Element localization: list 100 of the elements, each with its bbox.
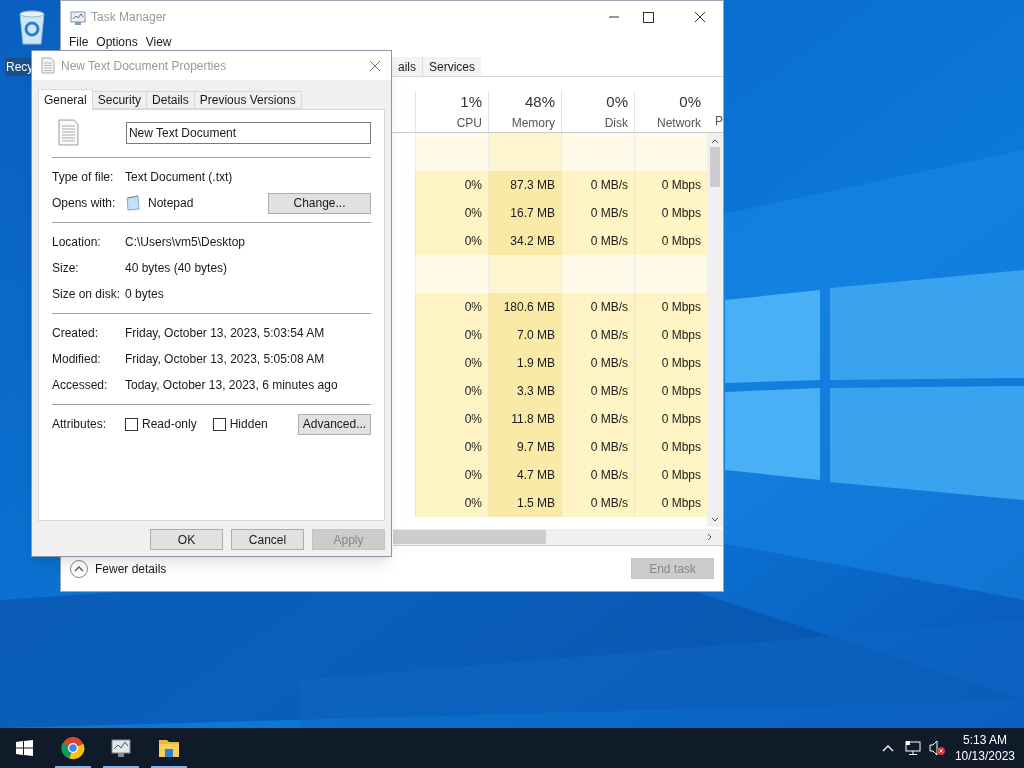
text-file-icon bbox=[57, 118, 80, 147]
field-label: Size: bbox=[52, 260, 80, 277]
task-manager-icon bbox=[69, 8, 87, 26]
column-header[interactable]: CPU bbox=[456, 113, 482, 132]
table-cell: 0 Mbps bbox=[634, 293, 707, 321]
field-value: Today, October 13, 2023, 6 minutes ago bbox=[125, 377, 338, 394]
table-cell: 0 MB/s bbox=[561, 321, 634, 349]
fewer-details-link[interactable]: Fewer details bbox=[69, 558, 167, 579]
table-cell: 0 MB/s bbox=[561, 433, 634, 461]
change-button[interactable]: Change... bbox=[268, 192, 371, 214]
table-cell: 0% bbox=[415, 377, 488, 405]
tab[interactable]: Services bbox=[422, 57, 482, 76]
chevron-up-icon[interactable] bbox=[881, 743, 894, 753]
dialog-button[interactable]: Cancel bbox=[231, 529, 304, 550]
table-cell: 0% bbox=[415, 171, 488, 199]
table-cell: 0 Mbps bbox=[634, 489, 707, 517]
scroll-down-icon[interactable] bbox=[710, 516, 720, 524]
field-label: Created: bbox=[52, 325, 100, 342]
scroll-thumb[interactable] bbox=[393, 530, 546, 544]
table-cell: 34.2 MB bbox=[488, 227, 561, 255]
table-cell: 0 Mbps bbox=[634, 349, 707, 377]
checkbox[interactable]: Read-only bbox=[125, 415, 197, 433]
field-label: Type of file: bbox=[52, 169, 115, 186]
table-cell: 0% bbox=[415, 405, 488, 433]
table-cell: 4.7 MB bbox=[488, 461, 561, 489]
table-cell: 0 MB/s bbox=[561, 227, 634, 255]
tab[interactable]: Details bbox=[147, 91, 195, 109]
column-header[interactable]: P bbox=[707, 112, 723, 130]
table-cell: 1.5 MB bbox=[488, 489, 561, 517]
field-value: Friday, October 13, 2023, 5:05:08 AM bbox=[125, 351, 325, 368]
menu-item[interactable]: File bbox=[67, 33, 91, 51]
notepad-icon bbox=[125, 195, 141, 211]
field-value: Text Document (.txt) bbox=[125, 169, 233, 186]
vertical-scrollbar[interactable] bbox=[707, 133, 723, 527]
field-value: 40 bytes (40 bytes) bbox=[125, 260, 228, 277]
tab[interactable]: General bbox=[38, 89, 93, 110]
table-cell: 0% bbox=[415, 433, 488, 461]
dialog-button[interactable]: OK bbox=[150, 529, 223, 550]
table-cell: 0 Mbps bbox=[634, 199, 707, 227]
column-percent: 1% bbox=[460, 92, 482, 113]
table-cell: 0% bbox=[415, 349, 488, 377]
column-header[interactable]: Network bbox=[657, 113, 701, 132]
table-cell: 7.0 MB bbox=[488, 321, 561, 349]
tab[interactable]: Security bbox=[92, 91, 148, 109]
field-value: Notepad bbox=[148, 195, 194, 212]
table-cell: 0 Mbps bbox=[634, 405, 707, 433]
clock-time: 5:13 AM bbox=[962, 732, 1007, 748]
column-header[interactable]: Disk bbox=[604, 113, 628, 132]
table-cell: 0 Mbps bbox=[634, 171, 707, 199]
table-cell: 0% bbox=[415, 321, 488, 349]
table-cell: 0 MB/s bbox=[561, 293, 634, 321]
menu-item[interactable]: Options bbox=[94, 33, 140, 51]
browser-icon bbox=[61, 736, 85, 760]
tab[interactable]: ails bbox=[391, 57, 422, 76]
table-cell: 0 Mbps bbox=[634, 321, 707, 349]
table-cell: 0 MB/s bbox=[561, 489, 634, 517]
network-icon[interactable] bbox=[904, 740, 921, 756]
table-cell: 0% bbox=[415, 293, 488, 321]
table-cell: 0% bbox=[415, 227, 488, 255]
field-label: Opens with: bbox=[52, 195, 117, 212]
table-cell: 0 Mbps bbox=[634, 377, 707, 405]
menu-item[interactable]: View bbox=[143, 33, 174, 51]
scroll-up-icon[interactable] bbox=[710, 137, 720, 145]
column-percent: 0% bbox=[679, 92, 701, 113]
volume-muted-icon[interactable] bbox=[928, 740, 945, 756]
table-cell: 0% bbox=[415, 461, 488, 489]
table-cell: 180.6 MB bbox=[488, 293, 561, 321]
clock-date: 10/13/2023 bbox=[954, 748, 1015, 764]
field-value: Friday, October 13, 2023, 5:03:54 AM bbox=[125, 325, 325, 342]
field-value: C:\Users\vm5\Desktop bbox=[125, 234, 246, 251]
column-header[interactable]: Memory bbox=[511, 113, 555, 132]
tab[interactable]: Previous Versions bbox=[194, 91, 302, 109]
table-cell: 0 MB/s bbox=[561, 405, 634, 433]
table-cell: 0% bbox=[415, 199, 488, 227]
table-cell: 1.9 MB bbox=[488, 349, 561, 377]
table-cell: 0 MB/s bbox=[561, 349, 634, 377]
table-cell: 87.3 MB bbox=[488, 171, 561, 199]
clock[interactable]: 5:13 AM 10/13/2023 bbox=[954, 732, 1015, 764]
file-name-field[interactable]: New Text Document bbox=[125, 121, 371, 144]
checkbox[interactable]: Hidden bbox=[212, 415, 268, 433]
table-cell: 9.7 MB bbox=[488, 433, 561, 461]
dialog-title: New Text Document Properties bbox=[61, 57, 227, 75]
table-cell: 0 Mbps bbox=[634, 461, 707, 489]
table-cell: 11.8 MB bbox=[488, 405, 561, 433]
scroll-thumb[interactable] bbox=[710, 147, 720, 187]
start-icon[interactable] bbox=[16, 740, 33, 756]
field-label: Modified: bbox=[52, 351, 102, 368]
table-cell: 0% bbox=[415, 489, 488, 517]
horizontal-scrollbar[interactable] bbox=[393, 529, 723, 546]
table-cell: 0 MB/s bbox=[561, 377, 634, 405]
advanced-button[interactable]: Advanced... bbox=[298, 413, 371, 435]
table-cell: 0 Mbps bbox=[634, 433, 707, 461]
column-percent: 0% bbox=[606, 92, 628, 113]
table-cell: 0 Mbps bbox=[634, 227, 707, 255]
monitor-icon bbox=[109, 736, 133, 760]
table-cell: 16.7 MB bbox=[488, 199, 561, 227]
table-cell: 0 MB/s bbox=[561, 461, 634, 489]
table-cell: 0 MB/s bbox=[561, 199, 634, 227]
column-percent: 48% bbox=[524, 92, 555, 113]
table-cell: 0 MB/s bbox=[561, 171, 634, 199]
